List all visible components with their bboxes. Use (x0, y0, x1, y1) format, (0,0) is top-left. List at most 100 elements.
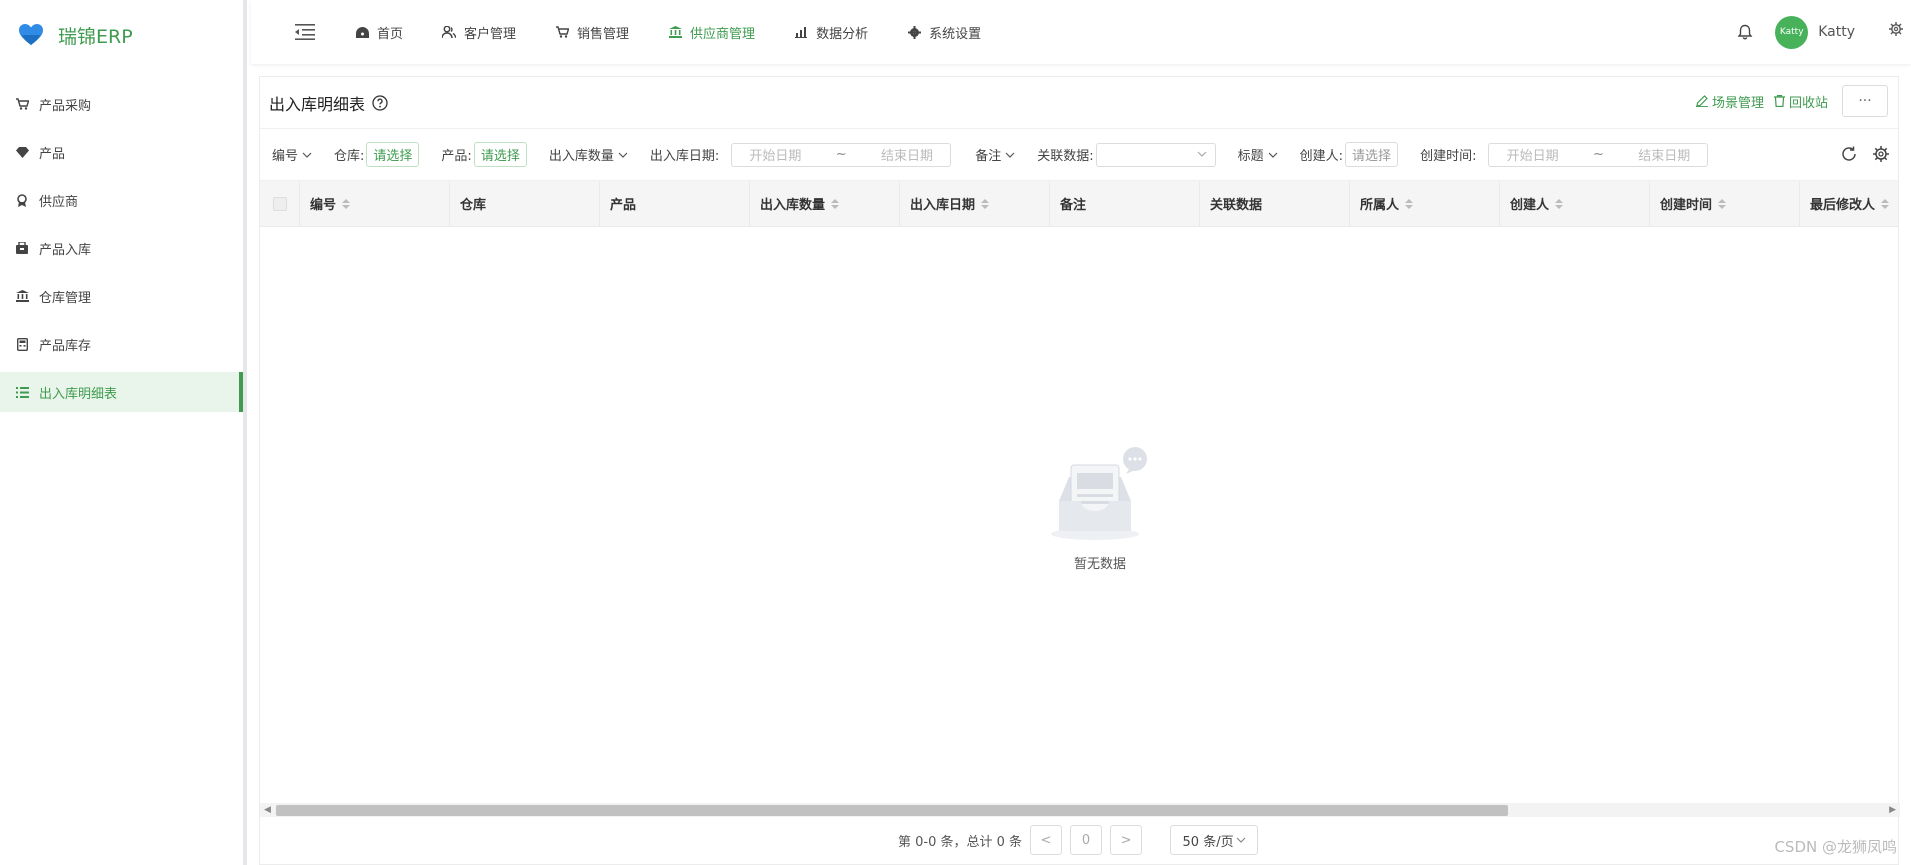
refresh-icon[interactable] (1840, 145, 1858, 163)
col-quantity[interactable]: 出入库数量 (750, 181, 900, 226)
table-header: 编号 仓库 产品 出入库数量 出入库日期 备注 关联数据 所属人 创建人 创建时… (260, 181, 1898, 227)
filter-date: 出入库日期: 开始日期 ~ 结束日期 (649, 142, 952, 167)
col-creator[interactable]: 创建人 (1500, 181, 1650, 226)
filter-code[interactable]: 编号 (272, 145, 312, 164)
date-start-placeholder: 开始日期 (1506, 149, 1559, 164)
tab-customers[interactable]: 客户管理 (442, 23, 516, 42)
header-actions: 场景管理 回收站 ··· (1695, 85, 1888, 117)
sidebar-item-inventory[interactable]: 产品库存 (0, 324, 243, 364)
next-page-button[interactable]: > (1110, 825, 1143, 855)
creator-picker[interactable]: 请选择 (1345, 142, 1399, 167)
app-name: 瑞锦ERP (58, 25, 133, 48)
page-size-select[interactable]: 50 条/页 (1170, 825, 1259, 855)
question-icon[interactable] (372, 94, 388, 111)
sidebar-item-label: 供应商 (39, 194, 79, 210)
filter-quantity[interactable]: 出入库数量 (549, 145, 628, 164)
col-owner[interactable]: 所属人 (1350, 181, 1500, 226)
sort-icon (1405, 198, 1414, 209)
filter-label: 仓库: (334, 149, 365, 164)
scroll-left-icon[interactable]: ◀ (264, 805, 271, 815)
page-size-label: 50 条/页 (1182, 834, 1234, 850)
column-label: 产品 (610, 198, 637, 213)
date-end-placeholder: 结束日期 (1638, 149, 1691, 164)
date-range-input[interactable]: 开始日期 ~ 结束日期 (731, 142, 952, 167)
sidebar-item-product[interactable]: 产品 (0, 132, 243, 172)
column-settings-icon[interactable] (1872, 145, 1890, 163)
filter-remark[interactable]: 备注 (975, 145, 1015, 164)
tab-settings[interactable]: 系统设置 (907, 23, 981, 42)
gear-icon (907, 25, 921, 39)
scroll-right-icon[interactable]: ▶ (1889, 805, 1896, 815)
date-separator: ~ (1592, 147, 1604, 162)
column-label: 出入库数量 (760, 198, 826, 213)
select-all-checkbox[interactable] (272, 196, 287, 211)
sidebar-item-stock-detail[interactable]: 出入库明细表 (0, 372, 243, 412)
sidebar-item-warehouse[interactable]: 仓库管理 (0, 276, 243, 316)
prev-page-button[interactable]: < (1030, 825, 1063, 855)
create-time-range-input[interactable]: 开始日期 ~ 结束日期 (1488, 142, 1709, 167)
top-nav: 首页 客户管理 销售管理 供应商管理 数据分析 系统设置 Katty Katty (251, 0, 1911, 64)
warehouse-picker[interactable]: 请选择 (366, 142, 420, 167)
more-button[interactable]: ··· (1842, 85, 1888, 117)
scene-manage-button[interactable]: 场景管理 (1695, 92, 1764, 111)
column-label: 出入库日期 (910, 198, 976, 213)
col-date[interactable]: 出入库日期 (900, 181, 1050, 226)
bell-icon[interactable] (1737, 24, 1753, 40)
filter-label: 产品: (441, 149, 472, 164)
cart-icon (15, 97, 29, 111)
sidebar-item-inbound[interactable]: 产品入库 (0, 228, 243, 268)
filter-product: 产品: 请选择 (441, 142, 527, 167)
filter-tools (1826, 145, 1890, 163)
date-separator: ~ (835, 147, 847, 162)
users-icon (442, 25, 457, 39)
col-code[interactable]: 编号 (300, 181, 450, 226)
filter-label: 创建时间: (1420, 149, 1477, 164)
col-warehouse: 仓库 (450, 181, 600, 226)
filter-label: 关联数据: (1037, 149, 1094, 164)
chevron-down-icon (618, 152, 628, 158)
dashboard-icon (355, 25, 369, 39)
col-create-time[interactable]: 创建时间 (1650, 181, 1800, 226)
tab-label: 数据分析 (816, 26, 869, 42)
tab-analytics[interactable]: 数据分析 (794, 23, 868, 42)
empty-inbox-icon (1051, 447, 1147, 540)
tab-suppliers[interactable]: 供应商管理 (668, 23, 755, 42)
filter-label: 编号 (272, 149, 299, 164)
recycle-bin-button[interactable]: 回收站 (1773, 92, 1828, 111)
avatar[interactable]: Katty (1775, 15, 1809, 49)
recycle-bin-label: 回收站 (1788, 95, 1828, 111)
scene-manage-label: 场景管理 (1711, 95, 1764, 111)
col-last-modifier[interactable]: 最后修改人 (1800, 181, 1898, 226)
related-data-select[interactable] (1095, 142, 1216, 167)
filter-label: 出入库日期: (649, 149, 720, 164)
page-header: 出入库明细表 场景管理 回收站 ··· (260, 77, 1898, 129)
filter-bar: 编号 仓库: 请选择 产品: 请选择 出入库数量 出入库日期: 开始日期 ~ 结… (260, 129, 1898, 181)
gem-icon (15, 145, 29, 159)
tab-sales[interactable]: 销售管理 (555, 23, 629, 42)
app-logo[interactable]: 瑞锦ERP (0, 0, 243, 70)
filter-title[interactable]: 标题 (1238, 145, 1278, 164)
watermark: CSDN @龙狮凤鸣 (1774, 838, 1897, 856)
filter-label: 出入库数量 (548, 149, 614, 164)
scrollbar-thumb[interactable] (276, 805, 1508, 816)
tab-label: 首页 (377, 26, 404, 42)
settings-gear-icon[interactable] (1889, 22, 1903, 36)
filter-label: 创建人: (1299, 149, 1344, 164)
horizontal-scrollbar[interactable]: ◀ ▶ (260, 803, 1900, 817)
tab-home[interactable]: 首页 (355, 23, 403, 42)
user-name[interactable]: Katty (1818, 24, 1855, 40)
sidebar-item-label: 产品 (39, 146, 66, 162)
menu-collapse-icon[interactable] (295, 24, 315, 40)
filter-create-time: 创建时间: 开始日期 ~ 结束日期 (1420, 142, 1709, 167)
user-area: Katty Katty (1737, 0, 1911, 64)
sidebar-item-purchase[interactable]: 产品采购 (0, 84, 243, 124)
tab-label: 系统设置 (929, 26, 982, 42)
bank-icon (15, 289, 29, 303)
sort-icon (981, 198, 990, 209)
tab-label: 客户管理 (464, 26, 517, 42)
sidebar-item-label: 仓库管理 (39, 290, 92, 306)
product-picker[interactable]: 请选择 (473, 142, 527, 167)
sidebar-item-supplier[interactable]: 供应商 (0, 180, 243, 220)
page-number-input[interactable]: 0 (1070, 825, 1103, 855)
sort-icon (831, 198, 840, 209)
